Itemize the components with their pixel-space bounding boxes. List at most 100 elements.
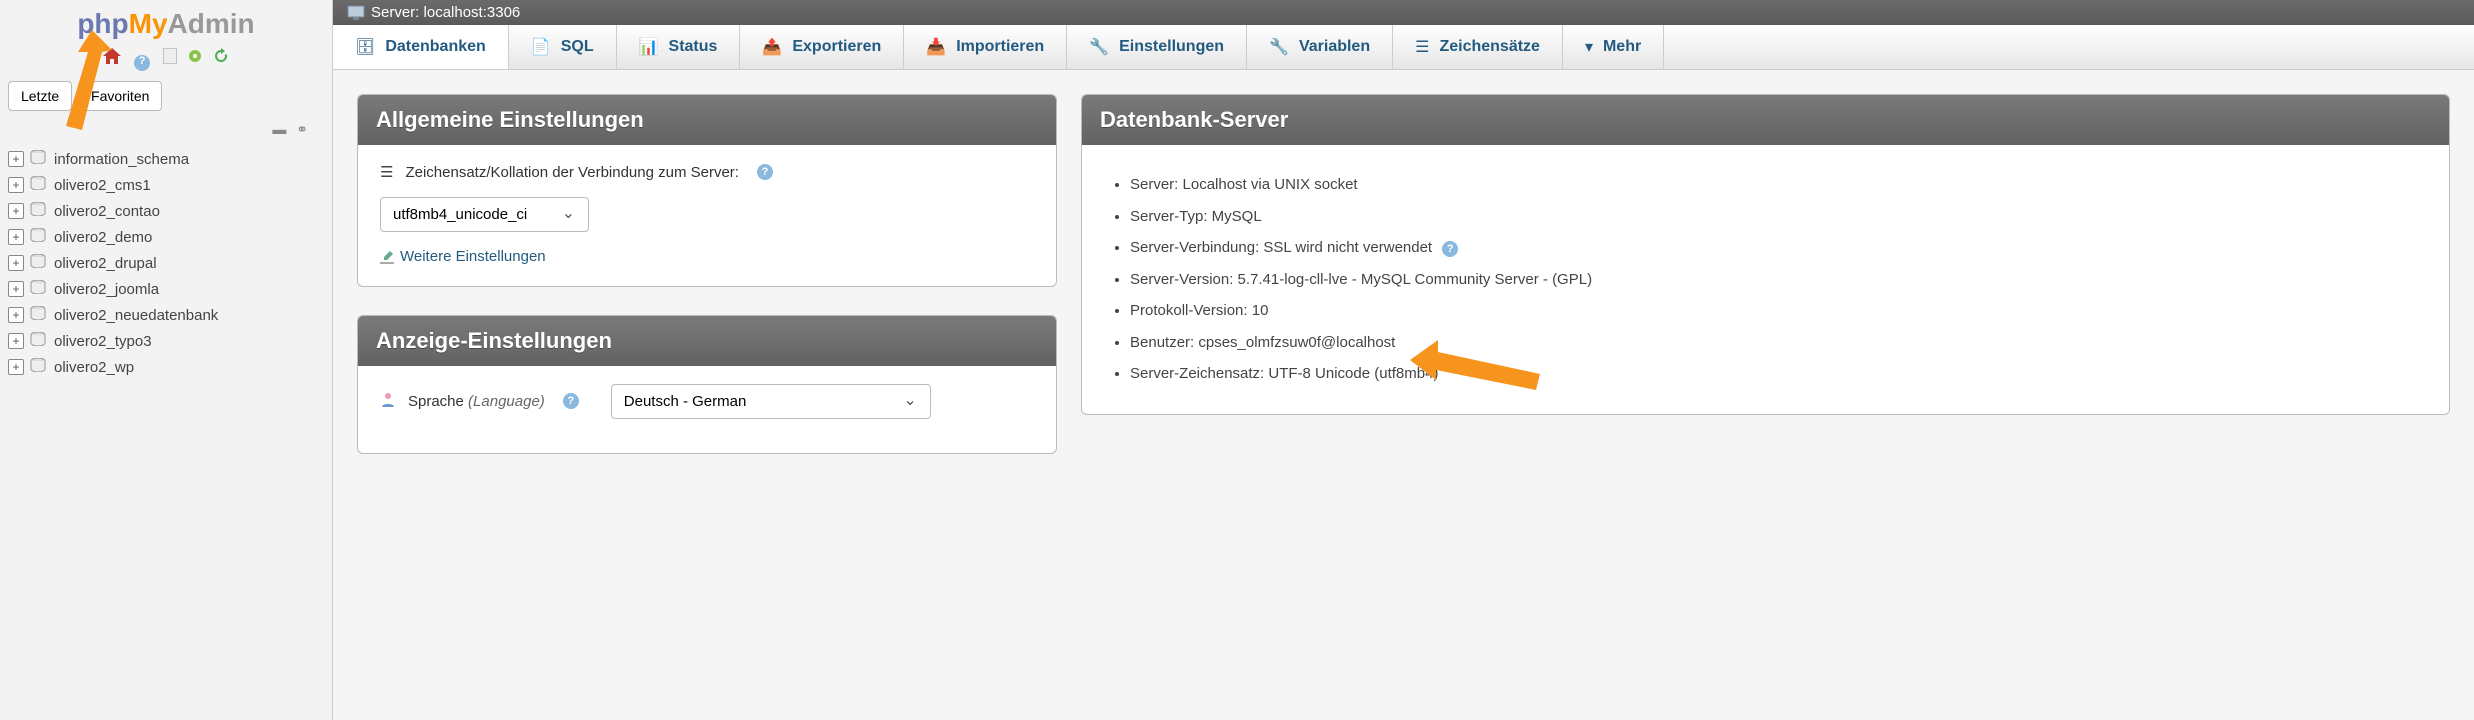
main-tab[interactable]: 📊Status [617, 25, 741, 69]
tab-icon: 📊 [639, 37, 659, 57]
language-select[interactable]: Deutsch - German [611, 384, 931, 419]
tab-label: Einstellungen [1119, 38, 1224, 56]
main-tab[interactable]: 🗄 Datenbanken [333, 25, 509, 69]
tab-icon: 🔧 [1089, 37, 1109, 57]
db-item[interactable]: + information_schema [8, 146, 324, 172]
server-breadcrumb[interactable]: Server: localhost:3306 [371, 4, 520, 21]
expand-icon[interactable]: + [8, 229, 24, 245]
main-tab[interactable]: 🔧 Einstellungen [1067, 25, 1247, 69]
home-icon[interactable] [103, 48, 121, 67]
gear-icon[interactable] [187, 48, 203, 67]
db-name: information_schema [54, 151, 189, 168]
db-name: olivero2_cms1 [54, 177, 151, 194]
logo: phpMyAdmin [0, 0, 332, 44]
topbar: Server: localhost:3306 [333, 0, 2474, 25]
sidebar-tabs: Letzte Favoriten [0, 81, 332, 111]
db-item[interactable]: + olivero2_wp [8, 354, 324, 380]
db-item[interactable]: + olivero2_contao [8, 198, 324, 224]
main: Server: localhost:3306 🗄 Datenbanken 📄 SQL 📊… [333, 0, 2474, 720]
tab-icon: 📤 [762, 37, 782, 57]
database-icon [30, 254, 48, 272]
database-icon [30, 176, 48, 194]
panel-general: Allgemeine Einstellungen ☰ Zeichensatz/K… [357, 94, 1057, 287]
tab-icon: 📥 [926, 37, 946, 57]
main-tab[interactable]: ▾ Mehr [1563, 25, 1664, 69]
db-name: olivero2_joomla [54, 281, 159, 298]
server-info-item: Protokoll-Version: 10 [1130, 301, 2427, 321]
tab-icon: ▾ [1585, 37, 1593, 57]
tab-label: Exportieren [792, 38, 881, 56]
database-icon [30, 228, 48, 246]
expand-icon[interactable]: + [8, 359, 24, 375]
database-icon [30, 202, 48, 220]
main-tab[interactable]: 📄 SQL [509, 25, 617, 69]
server-info-item: Benutzer: cpses_olmfzsuw0f@localhost [1130, 333, 2427, 353]
collapse-icon[interactable]: ▬ [272, 121, 286, 137]
link-icon[interactable]: ⚭ [296, 121, 308, 137]
expand-icon[interactable]: + [8, 281, 24, 297]
db-name: olivero2_drupal [54, 255, 157, 272]
tab-label: Variablen [1299, 38, 1370, 56]
expand-icon[interactable]: + [8, 151, 24, 167]
db-item[interactable]: + olivero2_drupal [8, 250, 324, 276]
panel-title: Datenbank-Server [1082, 95, 2449, 145]
reload-icon[interactable] [213, 48, 229, 67]
server-info-item: Server-Zeichensatz: UTF-8 Unicode (utf8m… [1130, 364, 2427, 384]
db-name: olivero2_neuedatenbank [54, 307, 218, 324]
expand-icon[interactable]: + [8, 333, 24, 349]
db-tree: + information_schema + olivero2_cms1 + oliver… [0, 138, 332, 380]
person-icon [380, 391, 396, 411]
tab-label: SQL [561, 38, 594, 56]
database-icon [30, 150, 48, 168]
main-tabs: 🗄 Datenbanken 📄 SQL 📊Status 📤 Exportieren 📥 Impo… [333, 25, 2474, 70]
help-icon[interactable]: ? [757, 164, 773, 180]
main-tab[interactable]: ☰ Zeichensätze [1393, 25, 1563, 69]
tab-label: Zeichensätze [1439, 38, 1539, 56]
sidebar: phpMyAdmin ? Letzte Favoriten ▬ ⚭ + infor… [0, 0, 333, 720]
charset-select[interactable]: utf8mb4_unicode_ci [380, 197, 589, 232]
expand-icon[interactable]: + [8, 203, 24, 219]
tab-icon: 🗄 [355, 37, 375, 57]
db-item[interactable]: + olivero2_demo [8, 224, 324, 250]
more-settings-link[interactable]: Weitere Einstellungen [380, 248, 546, 265]
tab-label: Datenbanken [385, 38, 485, 56]
database-icon [30, 332, 48, 350]
db-item[interactable]: + olivero2_joomla [8, 276, 324, 302]
tab-label: Mehr [1603, 38, 1641, 56]
tab-icon: ☰ [1415, 37, 1429, 57]
db-name: olivero2_wp [54, 359, 134, 376]
db-item[interactable]: + olivero2_typo3 [8, 328, 324, 354]
panel-server: Datenbank-Server Server: Localhost via U… [1081, 94, 2450, 415]
expand-icon[interactable]: + [8, 307, 24, 323]
expand-icon[interactable]: + [8, 177, 24, 193]
tab-favorites[interactable]: Favoriten [78, 81, 162, 111]
list-icon: ☰ [380, 163, 393, 181]
main-tab[interactable]: 📤 Exportieren [740, 25, 904, 69]
tab-icon: 📄 [531, 37, 551, 57]
database-icon [30, 358, 48, 376]
main-tab[interactable]: 📥 Importieren [904, 25, 1067, 69]
db-item[interactable]: + olivero2_cms1 [8, 172, 324, 198]
help-icon[interactable]: ? [1442, 241, 1458, 257]
tab-label: Importieren [956, 38, 1044, 56]
panel-display: Anzeige-Einstellungen Sprache (Language)… [357, 315, 1057, 454]
expand-icon[interactable]: + [8, 255, 24, 271]
main-tab[interactable]: 🔧 Variablen [1247, 25, 1393, 69]
db-name: olivero2_contao [54, 203, 160, 220]
charset-label: Zeichensatz/Kollation der Verbindung zum… [405, 164, 739, 181]
server-info-item: Server-Verbindung: SSL wird nicht verwen… [1130, 238, 2427, 258]
server-info-item: Server-Typ: MySQL [1130, 207, 2427, 227]
tab-icon: 🔧 [1269, 37, 1289, 57]
language-label: Sprache (Language) [408, 393, 545, 410]
panel-title: Anzeige-Einstellungen [358, 316, 1056, 366]
db-name: olivero2_typo3 [54, 333, 152, 350]
sql-icon[interactable] [163, 48, 177, 67]
tab-recent[interactable]: Letzte [8, 81, 72, 111]
db-name: olivero2_demo [54, 229, 152, 246]
database-icon [30, 280, 48, 298]
sidebar-icon-row: ? [0, 44, 332, 81]
server-info-item: Server-Version: 5.7.41-log-cll-lve - MyS… [1130, 270, 2427, 290]
db-item[interactable]: + olivero2_neuedatenbank [8, 302, 324, 328]
help-icon[interactable]: ? [131, 51, 153, 71]
help-icon[interactable]: ? [563, 393, 579, 409]
